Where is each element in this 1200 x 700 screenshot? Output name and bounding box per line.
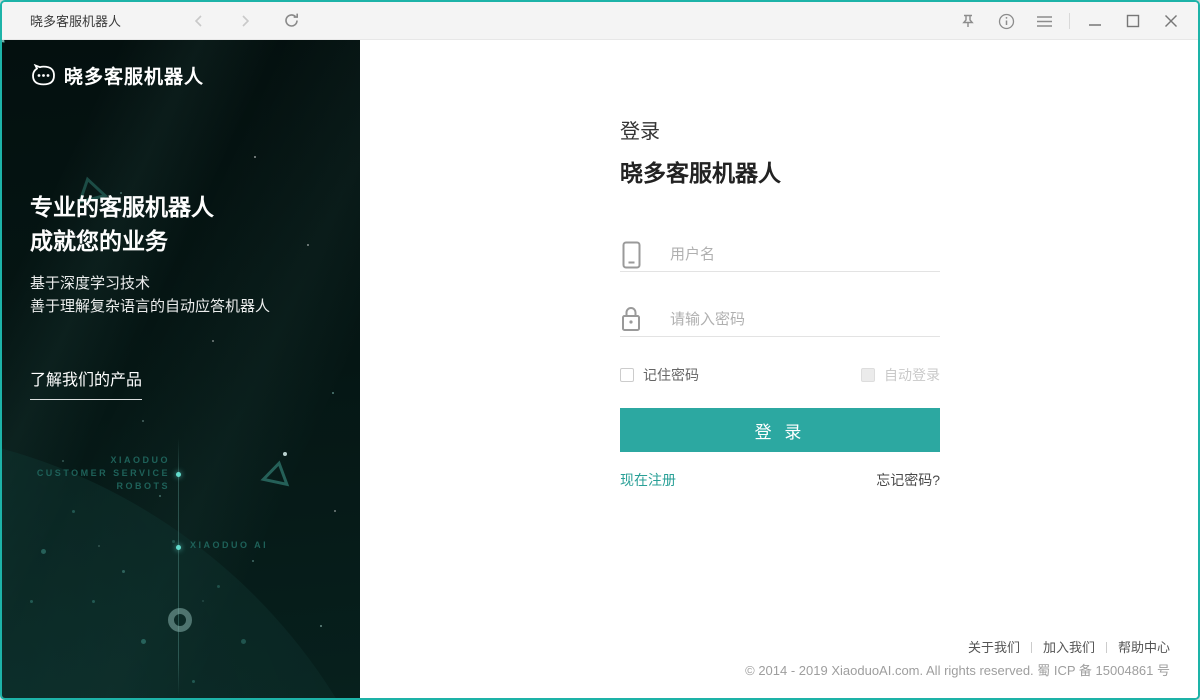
password-input[interactable] — [668, 310, 940, 329]
triangle-decoration — [262, 460, 292, 486]
username-input[interactable] — [668, 245, 940, 264]
remember-password-checkbox[interactable] — [620, 368, 634, 382]
phone-icon — [620, 241, 642, 269]
chevron-right-icon — [237, 13, 253, 29]
auto-login-checkbox[interactable] — [861, 368, 875, 382]
login-form: 登录 晓多客服机器人 记住密码 — [620, 115, 940, 188]
close-button[interactable] — [1152, 2, 1190, 40]
window-title: 晓多客服机器人 — [30, 11, 180, 30]
sidebar-headline: 专业的客服机器人 成就您的业务 — [30, 190, 214, 258]
headline-line2: 成就您的业务 — [30, 224, 214, 258]
subtext-line2: 善于理解复杂语言的自动应答机器人 — [30, 295, 270, 318]
register-link[interactable]: 现在注册 — [620, 470, 676, 490]
deco-text-ai: XIAODUO AI — [190, 540, 268, 550]
pushpin-icon — [960, 13, 976, 29]
pin-button[interactable] — [949, 2, 987, 40]
maximize-icon — [1126, 14, 1140, 28]
auxiliary-links: 现在注册 忘记密码? — [620, 470, 940, 490]
maximize-button[interactable] — [1114, 2, 1152, 40]
app-logo: 晓多客服机器人 — [30, 62, 204, 89]
back-button[interactable] — [180, 2, 218, 40]
minimize-button[interactable] — [1076, 2, 1114, 40]
autologin-group: 自动登录 — [861, 365, 940, 385]
password-row — [620, 303, 940, 337]
minimize-icon — [1088, 14, 1102, 28]
planet-city-lights — [2, 40, 5, 43]
deco-text-block: XIAODUO CUSTOMER SERVICE ROBOTS — [37, 454, 170, 493]
forgot-password-link[interactable]: 忘记密码? — [876, 470, 940, 490]
logo-text: 晓多客服机器人 — [64, 62, 204, 89]
login-subtitle: 晓多客服机器人 — [620, 154, 940, 188]
footer: 关于我们 加入我们 帮助中心 © 2014 - 2019 XiaoduoAI.com… — [745, 636, 1170, 682]
headline-line1: 专业的客服机器人 — [30, 190, 214, 224]
ring-decoration — [168, 608, 192, 632]
footer-links: 关于我们 加入我们 帮助中心 — [745, 636, 1170, 659]
copyright-text: © 2014 - 2019 XiaoduoAI.com. All rights … — [745, 659, 1170, 682]
product-link[interactable]: 了解我们的产品 — [30, 366, 142, 400]
subtext-line1: 基于深度学习技术 — [30, 272, 270, 295]
hamburger-icon — [1036, 15, 1053, 28]
close-icon — [1164, 14, 1178, 28]
checkbox-row: 记住密码 自动登录 — [620, 365, 940, 385]
remember-password-label: 记住密码 — [643, 365, 699, 385]
footer-link-about[interactable]: 关于我们 — [968, 640, 1020, 655]
refresh-icon — [283, 12, 300, 29]
nav-controls — [180, 2, 318, 40]
login-submit-button[interactable]: 登 录 — [620, 408, 940, 452]
titlebar-divider — [1069, 13, 1070, 29]
info-button[interactable] — [987, 2, 1025, 40]
footer-link-help[interactable]: 帮助中心 — [1118, 640, 1170, 655]
deco-line: XIAODUO — [37, 454, 170, 467]
deco-line: ROBOTS — [37, 480, 170, 493]
main-panel: 登录 晓多客服机器人 记住密码 — [360, 40, 1198, 698]
info-icon — [998, 13, 1015, 30]
window-controls — [949, 2, 1190, 40]
timeline-dot — [176, 545, 181, 550]
login-title: 登录 — [620, 115, 940, 144]
titlebar: 晓多客服机器人 — [2, 2, 1198, 40]
sidebar-subtext: 基于深度学习技术 善于理解复杂语言的自动应答机器人 — [30, 272, 270, 318]
chevron-left-icon — [191, 13, 207, 29]
refresh-button[interactable] — [272, 2, 310, 40]
timeline-dot — [176, 472, 181, 477]
auto-login-label: 自动登录 — [884, 365, 940, 385]
menu-button[interactable] — [1025, 2, 1063, 40]
footer-separator — [1106, 642, 1107, 653]
app-window: 晓多客服机器人 — [0, 0, 1200, 700]
padlock-icon — [620, 306, 642, 334]
footer-separator — [1031, 642, 1032, 653]
sidebar: 晓多客服机器人 专业的客服机器人 成就您的业务 基于深度学习技术 善于理解复杂语… — [2, 40, 360, 698]
footer-link-join[interactable]: 加入我们 — [1043, 640, 1095, 655]
deco-line: CUSTOMER SERVICE — [37, 467, 170, 480]
forward-button[interactable] — [226, 2, 264, 40]
username-row — [620, 238, 940, 272]
chat-bubble-robot-icon — [30, 64, 57, 87]
